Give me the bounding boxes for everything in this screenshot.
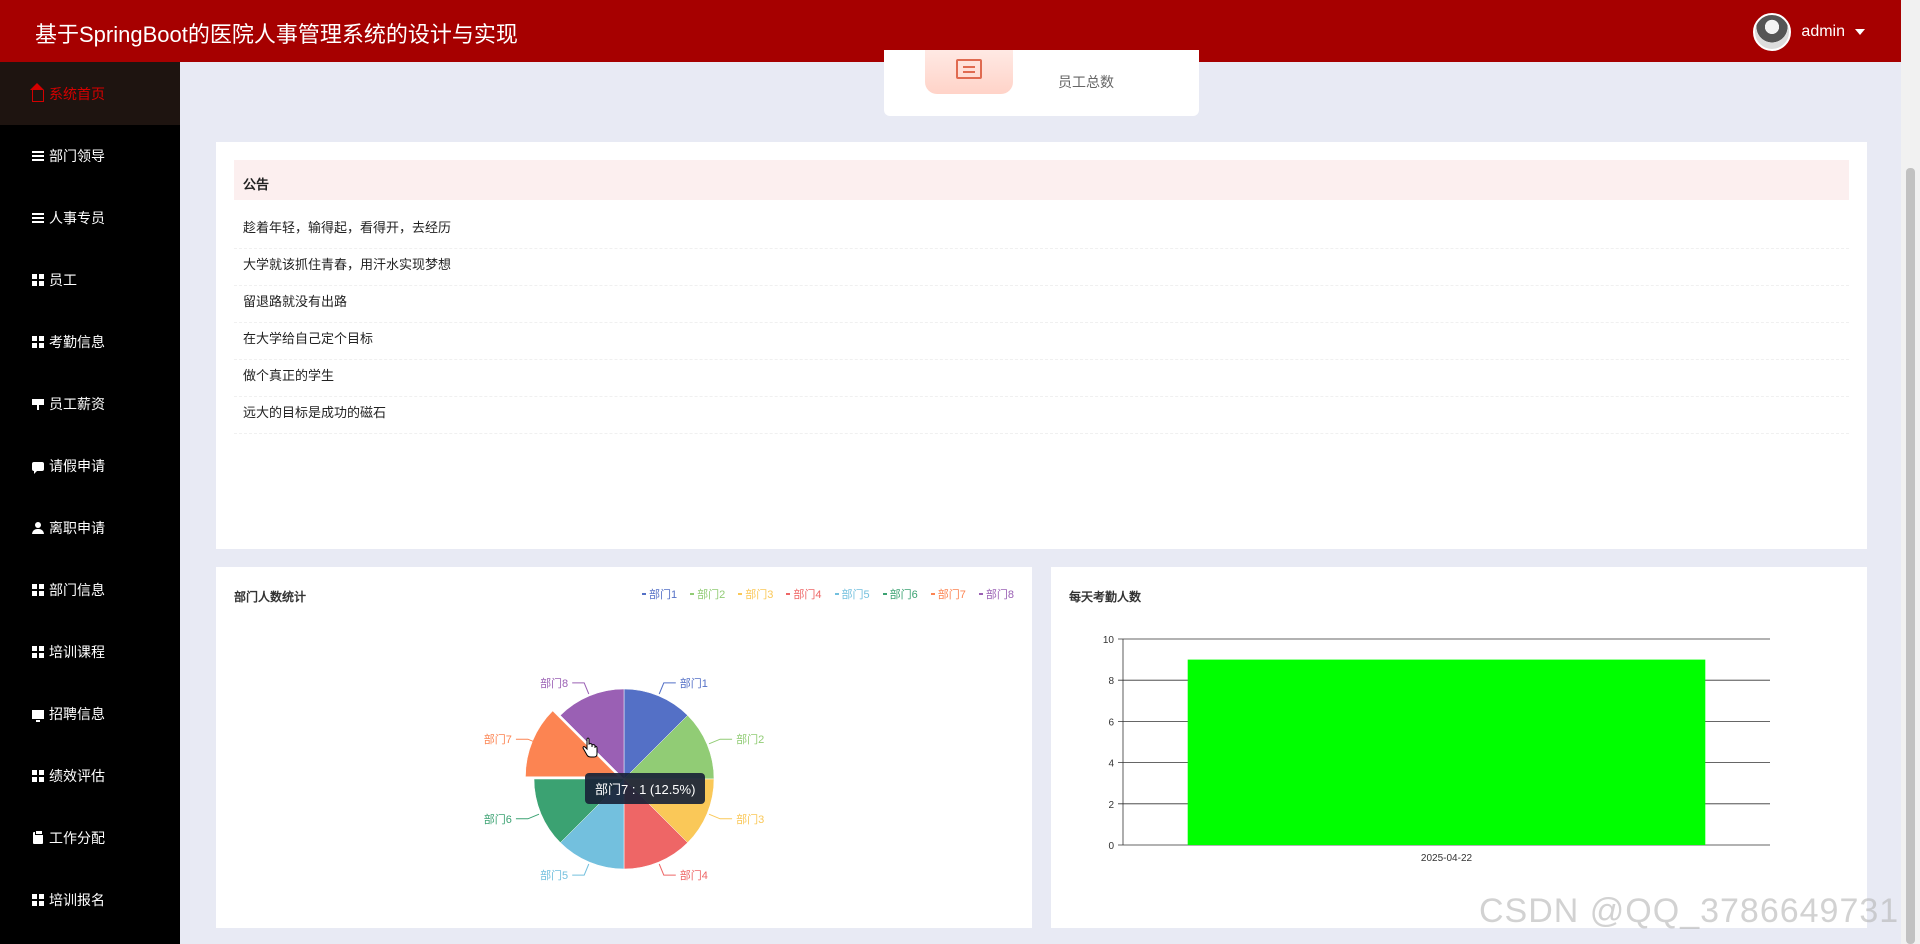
sidebar-item-department[interactable]: 部门信息: [0, 559, 180, 621]
sidebar-item-label: 招聘信息: [49, 706, 105, 722]
pie-chart[interactable]: 部门1 部门2 部门3 部门4 部门5 部门6 部门7 部门8: [216, 567, 1032, 928]
pie-slice-label: 部门4: [680, 868, 708, 882]
pie-slice-label: 部门6: [484, 812, 512, 826]
notice-item[interactable]: 在大学给自己定个目标: [234, 323, 1849, 360]
bar[interactable]: [1187, 659, 1706, 845]
sidebar-item-work-assignment[interactable]: 工作分配: [0, 807, 180, 869]
grid-icon: [31, 893, 45, 907]
user-name[interactable]: admin: [1801, 23, 1845, 41]
notice-list: 趁着年轻，输得起，看得开，去经历 大学就该抓住青春，用汗水实现梦想 留退路就没有…: [234, 212, 1849, 434]
pie-slice-label: 部门2: [736, 732, 764, 746]
bar-y-tick-label: 0: [1108, 841, 1114, 852]
grid-icon: [31, 769, 45, 783]
hand-cursor-icon: [582, 737, 598, 758]
stat-icon-box: [925, 50, 1013, 94]
notice-title: 公告: [234, 160, 1849, 200]
sidebar-item-label: 系统首页: [49, 85, 105, 102]
grid-icon: [31, 273, 45, 287]
sidebar-item-label: 工作分配: [49, 830, 105, 846]
daily-attendance-panel: 每天考勤人数 0 2 4 6 8 10 2025-04-22: [1051, 567, 1867, 928]
sidebar-item-home[interactable]: 系统首页: [0, 62, 180, 125]
sidebar-item-label: 人事专员: [49, 210, 105, 226]
sidebar-item-label: 培训课程: [49, 644, 105, 660]
list-icon: [31, 149, 45, 163]
sidebar-item-performance[interactable]: 绩效评估: [0, 745, 180, 807]
sidebar-item-hr-staff[interactable]: 人事专员: [0, 187, 180, 249]
monitor-icon: [31, 707, 45, 722]
notice-item[interactable]: 趁着年轻，输得起，看得开，去经历: [234, 212, 1849, 249]
pie-slice-label: 部门8: [540, 676, 568, 690]
sidebar-item-training-signup[interactable]: 培训报名: [0, 869, 180, 931]
stat-card-employee-total: 员工总数: [884, 50, 1199, 116]
sidebar-item-label: 员工: [49, 272, 77, 288]
user-menu[interactable]: admin: [1753, 13, 1865, 51]
grid-icon: [31, 645, 45, 659]
notice-item[interactable]: 做个真正的学生: [234, 360, 1849, 397]
sidebar-item-label: 培训报名: [49, 892, 105, 908]
bar-y-tick-label: 8: [1108, 676, 1114, 687]
person-icon: [31, 521, 45, 535]
notice-item[interactable]: 留退路就没有出路: [234, 286, 1849, 323]
notice-item[interactable]: 大学就该抓住青春，用汗水实现梦想: [234, 249, 1849, 286]
sidebar-item-leave[interactable]: 请假申请: [0, 435, 180, 497]
sidebar-item-label: 离职申请: [49, 520, 105, 536]
sidebar-item-label: 请假申请: [49, 458, 105, 474]
pie-slice-label: 部门5: [540, 868, 568, 882]
caret-down-icon[interactable]: [1855, 29, 1865, 35]
sidebar-item-label: 考勤信息: [49, 334, 105, 350]
bar-x-tick-label: 2025-04-22: [1421, 853, 1473, 864]
clipboard-icon: [31, 830, 45, 845]
notice-item[interactable]: 远大的目标是成功的磁石: [234, 397, 1849, 434]
grid-icon: [31, 335, 45, 349]
sidebar: 系统首页 部门领导 人事专员 员工 考勤信息 员工薪资 请假申请 离职申请 部门…: [0, 62, 180, 944]
pie-label-line: [708, 813, 733, 820]
stand-icon: [31, 397, 45, 411]
bar-y-tick-label: 4: [1108, 759, 1114, 770]
document-icon: [956, 59, 982, 79]
stat-label: 员工总数: [1058, 74, 1114, 90]
pie-label-line: [515, 813, 540, 820]
dept-headcount-panel: 部门人数统计 部门1 部门2 部门3 部门4 部门5 部门6 部门7 部门8 部门1 部门2 部门…: [216, 567, 1032, 928]
pie-label-line: [658, 682, 676, 695]
sidebar-item-attendance[interactable]: 考勤信息: [0, 311, 180, 373]
pie-slice-label: 部门7: [484, 732, 512, 746]
pie-label-line: [572, 863, 590, 876]
bar-y-tick-label: 6: [1108, 717, 1114, 728]
bar-chart[interactable]: 0 2 4 6 8 10 2025-04-22: [1051, 567, 1867, 928]
pie-slice-label: 部门1: [680, 676, 708, 690]
sidebar-item-resignation[interactable]: 离职申请: [0, 497, 180, 559]
scrollbar-thumb[interactable]: [1906, 168, 1915, 944]
sidebar-item-label: 绩效评估: [49, 768, 105, 784]
bar-y-tick-label: 2: [1108, 800, 1114, 811]
app-title: 基于SpringBoot的医院人事管理系统的设计与实现: [35, 22, 518, 47]
bar-y-tick-label: 10: [1103, 635, 1115, 646]
sidebar-item-employee[interactable]: 员工: [0, 249, 180, 311]
sidebar-item-training-course[interactable]: 培训课程: [0, 621, 180, 683]
home-icon: [30, 82, 45, 102]
sidebar-item-label: 员工薪资: [49, 396, 105, 412]
pie-slice-label: 部门3: [736, 812, 764, 826]
list-icon: [31, 211, 45, 225]
grid-icon: [31, 583, 45, 597]
pie-label-line: [708, 738, 733, 745]
page-scrollbar[interactable]: [1901, 0, 1920, 944]
pie-label-line: [658, 863, 676, 876]
notice-board: 公告 趁着年轻，输得起，看得开，去经历 大学就该抓住青春，用汗水实现梦想 留退路…: [216, 142, 1867, 549]
watermark: CSDN @QQ_3786649731: [1479, 892, 1900, 930]
sidebar-item-label: 部门领导: [49, 148, 105, 164]
sidebar-item-label: 部门信息: [49, 582, 105, 598]
sidebar-item-recruitment[interactable]: 招聘信息: [0, 683, 180, 745]
sidebar-item-salary[interactable]: 员工薪资: [0, 373, 180, 435]
pie-label-line: [572, 682, 590, 695]
pie-tooltip: 部门7 : 1 (12.5%): [585, 773, 706, 804]
chat-icon: [31, 459, 45, 474]
avatar[interactable]: [1753, 13, 1792, 51]
sidebar-item-dept-leader[interactable]: 部门领导: [0, 125, 180, 187]
